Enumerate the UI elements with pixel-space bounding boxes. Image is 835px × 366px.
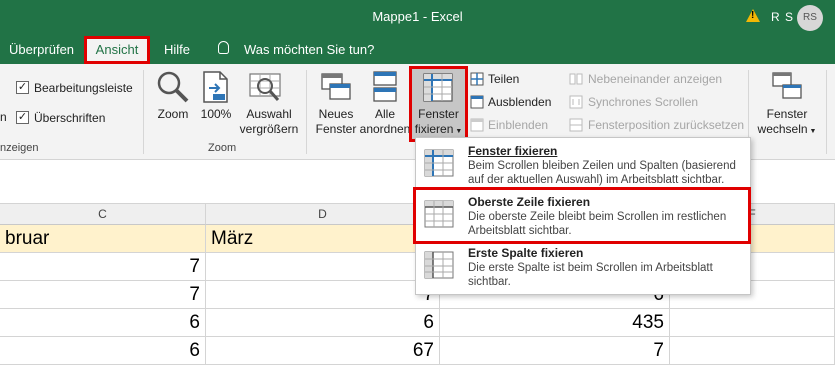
new-window-label[interactable]: Neues Fenster: [313, 107, 359, 137]
menu-item-description: Die erste Spalte ist beim Scrollen im Ar…: [468, 262, 713, 288]
menu-item-description: Beim Scrollen bleiben Zeilen und Spalten…: [468, 160, 736, 186]
zoom-100-label[interactable]: 100%: [197, 107, 235, 122]
title-bar: Mappe1 - Excel R S RS: [0, 0, 835, 36]
switch-windows-label[interactable]: Fenster wechseln ▼: [756, 107, 818, 139]
unhide-button[interactable]: Einblenden: [488, 118, 548, 132]
menu-item-freeze-first-column[interactable]: Erste Spalte fixieren Die erste Spalte i…: [416, 242, 750, 292]
tab-ueberpruefen[interactable]: Überprüfen: [9, 42, 74, 57]
column-header-d[interactable]: D: [206, 204, 440, 225]
cell-d5[interactable]: 67: [206, 337, 440, 365]
zoom-selection-icon[interactable]: [248, 70, 284, 104]
reset-position-button[interactable]: Fensterposition zurücksetzen: [588, 118, 744, 132]
switch-windows-line1: Fenster: [766, 107, 808, 121]
menu-item-title: Fenster fixieren: [468, 144, 558, 158]
group-separator: [826, 70, 827, 154]
freeze-first-column-icon: [424, 251, 454, 279]
cell-f5[interactable]: [670, 337, 835, 365]
avatar[interactable]: RS: [797, 5, 823, 31]
switch-windows-icon[interactable]: [771, 70, 803, 102]
zoom-100-icon[interactable]: [201, 70, 231, 104]
chevron-down-icon: ▼: [453, 128, 463, 135]
cell-e5[interactable]: 7: [440, 337, 670, 365]
cell-d2[interactable]: 8: [206, 253, 440, 281]
freeze-panes-icon: [424, 149, 454, 177]
group-label-zoom: Zoom: [208, 142, 237, 154]
group-separator: [306, 70, 307, 154]
highlight-box: [413, 187, 751, 244]
ueberschriften-label: Überschriften: [34, 111, 106, 125]
lightbulb-icon: [218, 41, 229, 54]
side-by-side-icon: [569, 73, 583, 85]
cell-d4[interactable]: 6: [206, 309, 440, 337]
sync-scroll-button[interactable]: Synchrones Scrollen: [588, 95, 698, 109]
reset-position-icon: [569, 118, 583, 132]
window-title: Mappe1 - Excel: [372, 9, 463, 24]
zoom-button-label[interactable]: Zoom: [152, 107, 194, 122]
arrange-all-line2: anordnen: [359, 122, 411, 136]
tab-ansicht[interactable]: Ansicht: [84, 36, 150, 64]
warning-icon[interactable]: [746, 9, 760, 22]
bearbeitungsleiste-label: Bearbeitungsleiste: [34, 81, 133, 95]
zoom-selection-line1: Auswahl: [246, 107, 292, 121]
arrange-all-icon[interactable]: [372, 70, 398, 104]
column-header-c[interactable]: C: [0, 204, 206, 225]
switch-windows-line2: wechseln: [757, 122, 808, 136]
cell-f4[interactable]: [670, 309, 835, 337]
cropped-label: n: [0, 110, 7, 124]
cell-c1[interactable]: bruar: [0, 225, 206, 253]
split-icon: [470, 72, 484, 86]
tell-me-search[interactable]: Was möchten Sie tun?: [244, 42, 374, 57]
cell-c4[interactable]: 6: [0, 309, 206, 337]
tab-hilfe[interactable]: Hilfe: [164, 42, 190, 57]
cell-c3[interactable]: 7: [0, 281, 206, 309]
zoom-icon[interactable]: [156, 70, 190, 104]
arrange-all-label[interactable]: Alle anordnen: [359, 107, 411, 137]
group-separator: [143, 70, 144, 154]
split-button[interactable]: Teilen: [488, 72, 519, 86]
cell-d1[interactable]: März: [206, 225, 440, 253]
bearbeitungsleiste-checkbox[interactable]: ✓: [16, 81, 29, 94]
hide-button[interactable]: Ausblenden: [488, 95, 551, 109]
freeze-panes-icon[interactable]: [422, 72, 454, 104]
new-window-line2: Fenster: [315, 122, 357, 136]
cell-d3[interactable]: 7: [206, 281, 440, 309]
menu-item-freeze-panes[interactable]: Fenster fixieren Beim Scrollen bleiben Z…: [416, 140, 750, 190]
cell-c2[interactable]: 7: [0, 253, 206, 281]
zoom-selection-label[interactable]: Auswahl vergrößern: [237, 107, 301, 137]
chevron-down-icon: ▼: [807, 128, 817, 135]
menu-item-title: Erste Spalte fixieren: [468, 246, 584, 260]
new-window-icon[interactable]: [320, 70, 352, 104]
user-initials: R S: [771, 10, 795, 24]
cell-c5[interactable]: 6: [0, 337, 206, 365]
freeze-panes-label[interactable]: Fenster fixieren ▼: [410, 107, 467, 139]
cell-e4[interactable]: 435: [440, 309, 670, 337]
hide-icon: [470, 95, 484, 109]
freeze-panes-line2: fixieren: [414, 122, 454, 136]
unhide-icon: [470, 118, 484, 132]
ueberschriften-checkbox[interactable]: ✓: [16, 111, 29, 124]
group-label-anzeigen: nzeigen: [0, 142, 39, 154]
side-by-side-button[interactable]: Nebeneinander anzeigen: [588, 72, 722, 86]
freeze-panes-line1: Fenster: [418, 107, 459, 121]
zoom-selection-line2: vergrößern: [239, 122, 299, 136]
new-window-line1: Neues: [318, 107, 354, 121]
sync-scroll-icon: [569, 95, 583, 109]
arrange-all-line1: Alle: [374, 107, 395, 121]
